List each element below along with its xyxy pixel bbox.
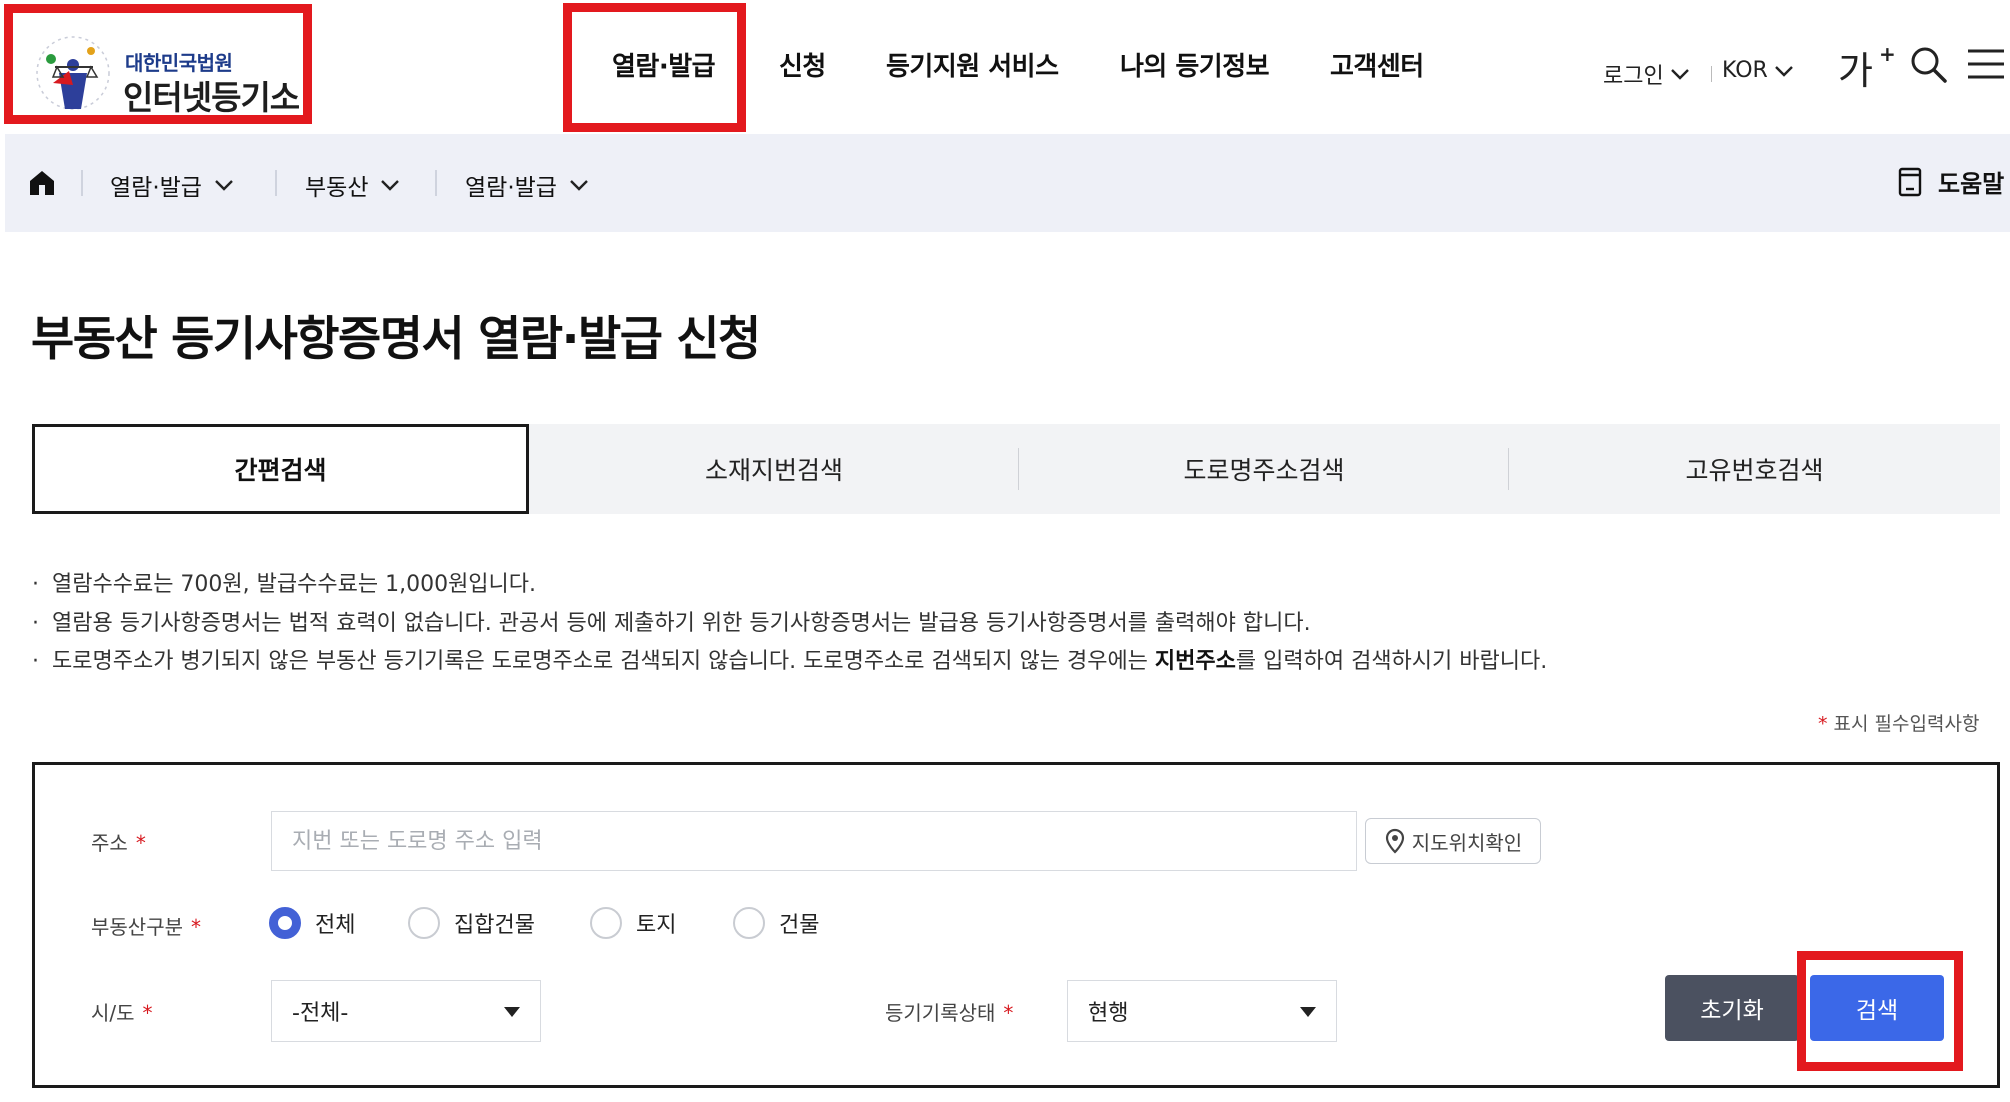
- chevron-down-icon: [1670, 69, 1689, 80]
- label-text: 등기기록상태: [885, 1001, 996, 1025]
- tab-lot-number-search[interactable]: 소재지번검색: [529, 424, 1019, 514]
- notice-emphasis: 지번주소: [1154, 649, 1236, 674]
- address-input[interactable]: [271, 811, 1357, 871]
- required-note-text: 표시 필수입력사항: [1833, 713, 1980, 735]
- font-size-plus-label: +: [1879, 42, 1896, 66]
- home-icon[interactable]: [27, 168, 57, 198]
- required-star: *: [135, 831, 146, 855]
- record-status-select[interactable]: 현행: [1067, 980, 1337, 1042]
- notice-legal-effect: 열람용 등기사항증명서는 법적 효력이 없습니다. 관공서 등에 제출하기 위한…: [32, 605, 1547, 644]
- nav-highlight-box: [563, 3, 746, 132]
- font-size-button[interactable]: 가: [1838, 40, 1873, 95]
- tab-unique-number-search[interactable]: 고유번호검색: [1509, 424, 2000, 514]
- site-header: 대한민국법원 인터넷등기소 열람·발급 신청 등기지원 서비스 나의 등기정보 …: [0, 0, 2010, 134]
- label-text: 시/도: [91, 1001, 135, 1025]
- nav-item-support-services[interactable]: 등기지원 서비스: [886, 46, 1059, 83]
- select-value: -전체-: [292, 1001, 349, 1026]
- radio-label: 건물: [779, 913, 820, 938]
- chevron-down-icon: [215, 180, 233, 191]
- breadcrumb-item-view-issue[interactable]: 열람·발급: [110, 168, 234, 202]
- label-text: 부동산구분: [91, 915, 183, 939]
- reset-button[interactable]: 초기화: [1665, 975, 1799, 1041]
- chevron-down-icon: [570, 180, 588, 191]
- utility-divider: [1711, 66, 1712, 82]
- radio-unchecked-icon: [733, 907, 765, 939]
- language-label: KOR: [1722, 58, 1768, 83]
- help-button[interactable]: 도움말: [1898, 164, 2004, 199]
- required-star: *: [142, 1001, 153, 1025]
- breadcrumb-label: 열람·발급: [110, 175, 202, 201]
- required-star: *: [191, 915, 201, 939]
- breadcrumb-label: 부동산: [305, 175, 369, 201]
- chevron-down-icon: [381, 180, 400, 191]
- hamburger-menu-icon[interactable]: [1966, 48, 2006, 80]
- radio-building[interactable]: 건물: [733, 907, 819, 939]
- nav-item-apply[interactable]: 신청: [779, 46, 826, 83]
- region-label: 시/도 *: [91, 997, 153, 1026]
- breadcrumb-divider: [275, 170, 277, 196]
- chevron-down-icon: [1774, 65, 1793, 77]
- breadcrumb-divider: [81, 170, 83, 196]
- map-pin-icon: [1385, 828, 1404, 854]
- radio-label: 토지: [636, 913, 677, 938]
- radio-unchecked-icon: [408, 907, 440, 939]
- notice-road-address: 도로명주소가 병기되지 않은 부동산 등기기록은 도로명주소로 검색되지 않습니…: [32, 643, 1547, 682]
- document-help-icon: [1898, 167, 1922, 196]
- required-star: *: [1818, 713, 1828, 735]
- required-field-note: * 표시 필수입력사항: [1818, 709, 1979, 736]
- notice-text: 를 입력하여 검색하시기 바랍니다.: [1235, 649, 1548, 674]
- label-text: 주소: [91, 831, 128, 855]
- radio-collective-building[interactable]: 집합건물: [408, 907, 535, 939]
- search-highlight-box: [1797, 951, 1963, 1071]
- help-label: 도움말: [1938, 170, 2005, 198]
- page-title: 부동산 등기사항증명서 열람·발급 신청: [31, 312, 761, 367]
- radio-unchecked-icon: [590, 907, 622, 939]
- address-label: 주소 *: [91, 827, 146, 856]
- dropdown-caret-icon: [504, 1007, 520, 1017]
- breadcrumb-item-real-estate[interactable]: 부동산: [305, 168, 400, 202]
- map-location-button[interactable]: 지도위치확인: [1365, 818, 1541, 864]
- radio-land[interactable]: 토지: [590, 907, 676, 939]
- language-menu[interactable]: KOR: [1722, 58, 1794, 83]
- nav-item-customer-center[interactable]: 고객센터: [1330, 46, 1424, 83]
- login-label: 로그인: [1603, 64, 1664, 89]
- notice-text: 도로명주소가 병기되지 않은 부동산 등기기록은 도로명주소로 검색되지 않습니…: [52, 649, 1155, 674]
- property-type-label: 부동산구분 *: [91, 911, 201, 940]
- map-button-label: 지도위치확인: [1411, 830, 1523, 855]
- nav-item-my-info[interactable]: 나의 등기정보: [1120, 46, 1270, 83]
- search-form: 주소 * 지도위치확인 부동산구분 * 전체 집합건물 토지 건물 시/도 * -전체…: [32, 762, 2000, 1088]
- select-value: 현행: [1088, 1001, 1129, 1026]
- search-icon[interactable]: [1908, 44, 1948, 84]
- court-emblem-icon: [36, 36, 110, 110]
- radio-label: 전체: [315, 913, 356, 938]
- notice-list: 열람수수료는 700원, 발급수수료는 1,000원입니다. 열람용 등기사항증…: [32, 566, 1547, 682]
- tab-road-address-search[interactable]: 도로명주소검색: [1019, 424, 1509, 514]
- required-star: *: [1003, 1001, 1014, 1025]
- site-logo[interactable]: 대한민국법원 인터넷등기소: [4, 4, 312, 124]
- region-select[interactable]: -전체-: [271, 980, 541, 1042]
- breadcrumb-item-view-issue-2[interactable]: 열람·발급: [465, 168, 589, 202]
- search-tabs: 간편검색 소재지번검색 도로명주소검색 고유번호검색: [32, 424, 2000, 514]
- radio-all[interactable]: 전체: [269, 907, 355, 939]
- record-status-label: 등기기록상태 *: [885, 997, 1013, 1026]
- dropdown-caret-icon: [1300, 1007, 1316, 1017]
- breadcrumb-divider: [435, 170, 437, 196]
- breadcrumb-label: 열람·발급: [465, 175, 557, 201]
- radio-checked-icon: [269, 907, 301, 939]
- tab-simple-search[interactable]: 간편검색: [32, 424, 529, 514]
- radio-label: 집합건물: [454, 913, 535, 938]
- login-menu[interactable]: 로그인: [1603, 58, 1690, 90]
- notice-fee: 열람수수료는 700원, 발급수수료는 1,000원입니다.: [32, 566, 1547, 605]
- breadcrumb: 열람·발급 부동산 열람·발급 도움말: [5, 134, 2010, 232]
- logo-title: 인터넷등기소: [123, 78, 300, 117]
